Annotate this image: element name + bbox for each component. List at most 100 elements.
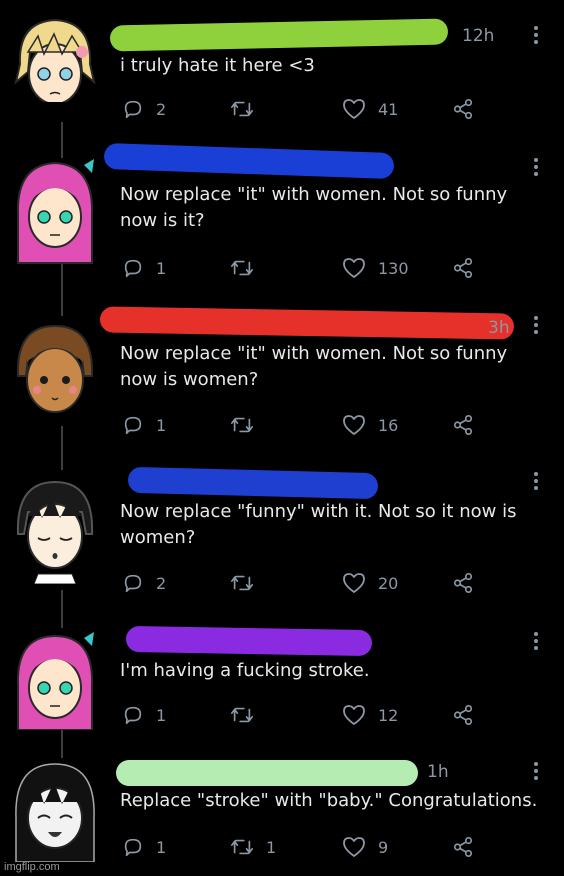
retweet-icon [230,704,254,726]
tweet[interactable]: 3h Now replace "it" with women. Not so f… [0,298,564,456]
reply-icon [122,257,144,279]
retweet-icon [230,572,254,594]
share-button[interactable] [452,257,474,279]
tweet-actions: 2 20 [122,572,502,594]
reply-count: 1 [156,837,167,857]
tweet-timestamp: 3h [488,318,510,338]
share-button[interactable] [452,572,474,594]
tweet-timestamp: 1h [427,762,449,782]
reply-icon [122,836,144,858]
share-button[interactable] [452,98,474,120]
reply-icon [122,572,144,594]
redacted-username [127,466,379,500]
share-button[interactable] [452,704,474,726]
share-icon [452,98,474,120]
tweet-timestamp: 12h [462,26,495,46]
retweet-button[interactable] [230,98,266,120]
like-count: 16 [378,415,399,435]
share-button[interactable] [452,836,474,858]
retweet-button[interactable] [230,572,266,594]
reply-button[interactable]: 2 [122,572,166,594]
heart-icon [342,414,366,436]
like-count: 12 [378,705,399,725]
tweet-actions: 1 16 [122,414,502,436]
reply-button[interactable]: 1 [122,836,166,858]
tweet-text: Now replace "funny" with it. Not so it n… [120,501,517,548]
heart-icon [342,572,366,594]
tweet-actions: 1 12 [122,704,502,726]
retweet-icon [230,98,254,120]
like-button[interactable]: 20 [342,572,398,594]
redacted-username [109,18,449,52]
reply-button[interactable]: 1 [122,704,166,726]
tweet-text: I'm having a fucking stroke. [120,660,370,681]
share-button[interactable] [452,414,474,436]
avatar[interactable] [10,756,100,862]
share-icon [452,572,474,594]
redacted-username [116,760,418,786]
more-dots-icon[interactable] [534,632,538,653]
retweet-count: 1 [266,837,277,857]
tweet-actions: 1 130 [122,257,502,279]
more-dots-icon[interactable] [534,158,538,179]
more-dots-icon[interactable] [534,472,538,493]
avatar[interactable] [10,155,100,265]
reply-button[interactable]: 1 [122,414,166,436]
tweet-actions: 1 1 9 [122,836,502,858]
reply-button[interactable]: 2 [122,98,166,120]
heart-icon [342,704,366,726]
like-button[interactable]: 41 [342,98,398,120]
share-icon [452,704,474,726]
reply-count: 1 [156,258,167,278]
reply-icon [122,98,144,120]
more-dots-icon[interactable] [534,316,538,337]
heart-icon [342,257,366,279]
retweet-icon [230,836,254,858]
avatar[interactable] [10,318,100,426]
tweet-text: Now replace "it" with women. Not so funn… [120,184,508,231]
tweet-text: Now replace "it" with women. Not so funn… [120,343,508,390]
tweet-text: i truly hate it here <3 [120,55,315,76]
reply-count: 2 [156,573,167,593]
retweet-button[interactable] [230,414,266,436]
tweet-text: Replace "stroke" with "baby." Congratula… [120,790,538,811]
redacted-username [99,306,515,340]
reply-icon [122,414,144,436]
reply-count: 1 [156,415,167,435]
tweet[interactable]: 1h Replace "stroke" with "baby." Congrat… [0,744,564,876]
like-button[interactable]: 16 [342,414,398,436]
tweet[interactable]: 12h i truly hate it here <3 2 41 [0,0,564,140]
reply-count: 1 [156,705,167,725]
reply-count: 2 [156,99,167,119]
like-button[interactable]: 130 [342,257,409,279]
share-icon [452,836,474,858]
avatar[interactable] [10,12,100,102]
watermark: imgflip.com [4,861,60,873]
like-button[interactable]: 12 [342,704,398,726]
heart-icon [342,836,366,858]
redacted-username [103,142,395,180]
avatar[interactable] [10,630,100,730]
reply-icon [122,704,144,726]
tweet[interactable]: I'm having a fucking stroke. 1 12 [0,614,564,744]
tweet-actions: 2 41 [122,98,502,120]
share-icon [452,414,474,436]
avatar[interactable] [10,474,100,584]
tweet[interactable]: Now replace "funny" with it. Not so it n… [0,456,564,614]
like-count: 9 [378,837,389,857]
more-dots-icon[interactable] [534,762,538,783]
like-button[interactable]: 9 [342,836,388,858]
more-dots-icon[interactable] [534,26,538,47]
like-count: 41 [378,99,399,119]
retweet-icon [230,257,254,279]
like-count: 20 [378,573,399,593]
heart-icon [342,98,366,120]
retweet-button[interactable]: 1 [230,836,276,858]
like-count: 130 [378,258,409,278]
share-icon [452,257,474,279]
tweet[interactable]: Now replace "it" with women. Not so funn… [0,140,564,298]
retweet-icon [230,414,254,436]
retweet-button[interactable] [230,257,266,279]
retweet-button[interactable] [230,704,266,726]
reply-button[interactable]: 1 [122,257,166,279]
